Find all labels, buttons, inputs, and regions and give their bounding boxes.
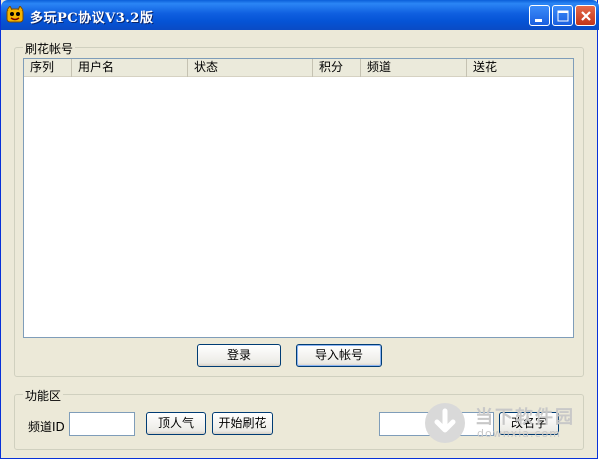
maximize-button[interactable]: [552, 5, 573, 26]
list-header: 序列 用户名 状态 积分 频道 送花: [24, 59, 573, 77]
function-group-title: 功能区: [23, 387, 64, 404]
minimize-button[interactable]: [529, 5, 550, 26]
login-button[interactable]: 登录: [197, 344, 281, 367]
window-title: 多玩PC协议V3.2版: [30, 11, 154, 26]
watermark-domain: downxia.com: [477, 427, 561, 440]
column-header-index[interactable]: 序列: [24, 59, 72, 77]
app-window: 多玩PC协议V3.2版 刷花帐号 序列 用户名 状态 积分 频道 送花 登录 导…: [0, 0, 599, 459]
minimize-icon: [535, 19, 542, 22]
close-icon: [581, 11, 591, 21]
close-button[interactable]: [575, 5, 596, 26]
column-header-username[interactable]: 用户名: [72, 59, 188, 77]
column-header-send-flowers[interactable]: 送花: [467, 59, 573, 77]
maximize-icon: [557, 10, 569, 22]
channel-id-label: 频道ID: [28, 420, 65, 434]
column-header-status[interactable]: 状态: [188, 59, 313, 77]
site-watermark: 当下软件园 downxia.com: [423, 399, 593, 447]
watermark-text: 当下软件园: [475, 407, 575, 428]
column-header-points[interactable]: 积分: [313, 59, 361, 77]
boost-popularity-button[interactable]: 顶人气: [146, 412, 206, 435]
column-header-channel[interactable]: 频道: [361, 59, 467, 77]
import-accounts-button[interactable]: 导入帐号: [296, 344, 382, 367]
app-icon: [6, 5, 24, 24]
accounts-list[interactable]: 序列 用户名 状态 积分 频道 送花: [23, 58, 574, 338]
download-arrow-icon: [425, 403, 465, 443]
accounts-group-title: 刷花帐号: [23, 40, 76, 57]
title-bar[interactable]: 多玩PC协议V3.2版: [1, 0, 599, 30]
start-flowers-button[interactable]: 开始刷花: [212, 412, 273, 435]
channel-id-input[interactable]: [69, 412, 135, 436]
